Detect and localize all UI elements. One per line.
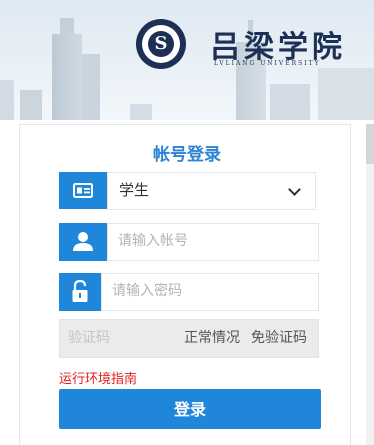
env-guide-link[interactable]: 运行环境指南 xyxy=(59,368,137,387)
captcha-status: 正常情况 xyxy=(184,330,240,346)
role-select-value: 学生 xyxy=(119,181,150,199)
school-name-en: LVLIANG UNIVERSITY xyxy=(214,60,321,67)
login-button[interactable]: 登录 xyxy=(59,389,321,429)
captcha-free-link[interactable]: 免验证码 xyxy=(251,320,307,357)
role-select[interactable]: 学生 xyxy=(107,172,316,210)
chevron-down-icon xyxy=(288,183,301,196)
school-logo-icon: S xyxy=(136,19,186,69)
id-card-icon xyxy=(59,172,107,209)
login-page: S 吕梁学院 LVLIANG UNIVERSITY 帐号登录 学生 请输入帐号 xyxy=(0,0,374,445)
banner-building xyxy=(130,104,152,120)
password-placeholder: 请输入密码 xyxy=(112,283,182,299)
banner-building xyxy=(0,80,14,120)
banner-building xyxy=(270,84,310,120)
banner-building xyxy=(318,68,374,120)
logo-glyph: S xyxy=(154,33,168,54)
login-title: 帐号登录 xyxy=(153,145,221,165)
banner-building xyxy=(82,54,100,120)
banner-building xyxy=(52,18,82,120)
password-input[interactable]: 请输入密码 xyxy=(101,273,319,311)
captcha-field[interactable]: 验证码 正常情况 免验证码 xyxy=(59,319,319,358)
user-icon xyxy=(59,223,107,261)
captcha-placeholder: 验证码 xyxy=(68,330,110,346)
scrollbar[interactable] xyxy=(366,124,374,445)
lock-icon xyxy=(59,273,101,311)
account-placeholder: 请输入帐号 xyxy=(118,233,188,249)
banner-building xyxy=(20,90,42,120)
header-banner: S 吕梁学院 LVLIANG UNIVERSITY xyxy=(0,0,374,120)
account-input[interactable]: 请输入帐号 xyxy=(107,223,319,261)
